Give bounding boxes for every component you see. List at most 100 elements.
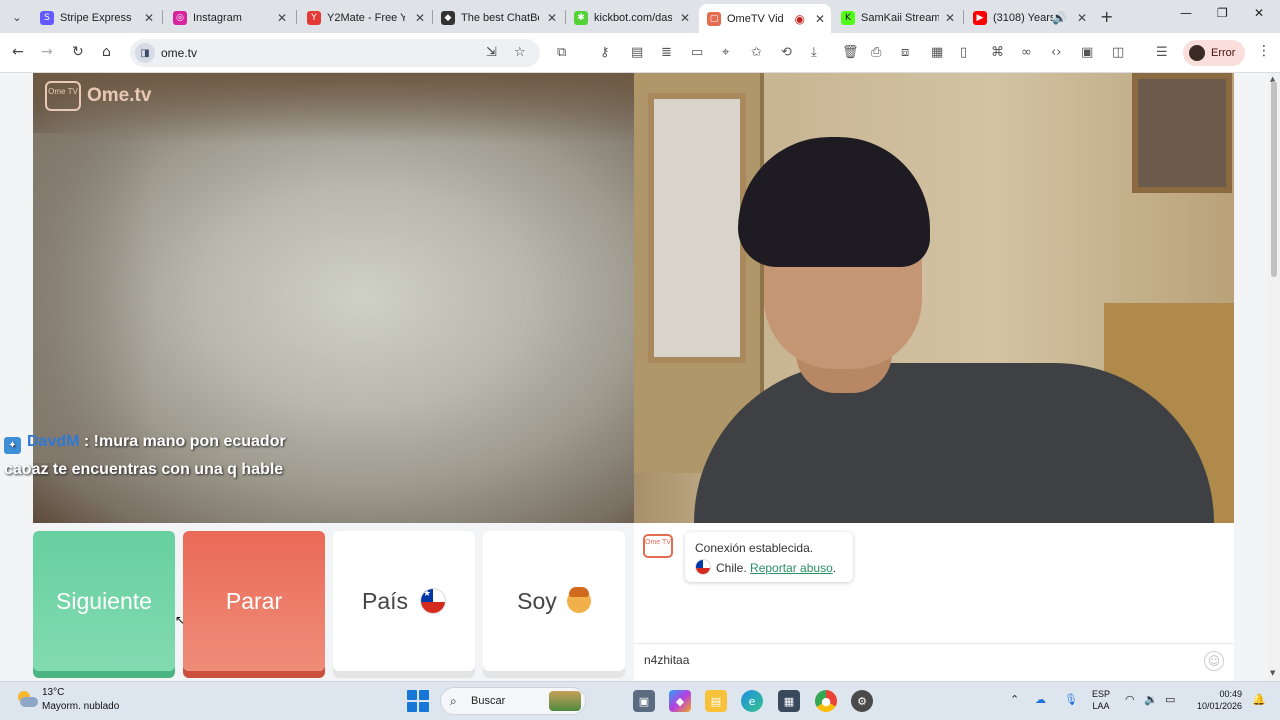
layers-icon[interactable]: ≣ [661,45,672,60]
reader-mode-icon[interactable]: ▯ [960,45,967,60]
back-arrow-icon[interactable]: ← [12,44,24,60]
profile-button[interactable]: Error [1183,40,1245,66]
link-icon[interactable]: ∞ [1021,45,1032,60]
report-abuse-link[interactable]: Reportar abuso [750,561,833,575]
tray-overflow-icon[interactable]: ⌃ [1010,693,1019,706]
file-explorer-icon[interactable]: ▤ [705,690,727,712]
language-indicator[interactable]: ESP LAA [1092,688,1110,712]
kickbot-icon: ✱ [574,10,588,25]
tab-chatbot[interactable]: ◆ The best ChatBo ✕ [433,4,563,31]
tab-y2mate[interactable]: Y Y2Mate - Free Y ✕ [299,4,431,31]
weather-description[interactable]: Mayorm. nublado [42,701,119,712]
location-pin-icon[interactable]: ⌖ [722,45,729,60]
qr-code-icon[interactable]: ▦ [931,45,943,60]
restore-icon[interactable]: ❐ [1217,6,1228,20]
tab-label: Instagram [193,11,242,24]
new-tab-button[interactable]: + [1100,7,1113,26]
minimize-icon[interactable]: — [1180,6,1192,20]
close-window-icon[interactable]: ✕ [1254,6,1264,20]
code-icon[interactable]: ‹› [1051,45,1061,60]
tab-layout-icon[interactable]: ▣ [1081,45,1093,60]
system-clock[interactable]: 00:49 10/01/2026 [1190,688,1242,712]
tab-ometv[interactable]: ▢ OmeTV Vide ◉ ✕ [699,4,831,33]
boy-emoji-icon [566,587,591,613]
download-icon[interactable]: ⤓ [811,45,817,60]
volume-icon[interactable]: 🔉 [1144,693,1158,706]
mouse-cursor-icon: ↖ [175,613,186,627]
tab-stripe[interactable]: S Stripe Express ✕ [32,4,160,31]
cast-icon[interactable]: ⌘ [991,45,1004,60]
more-menu-icon[interactable]: ⋮ [1257,43,1271,59]
install-app-icon[interactable]: ⇲ [486,45,497,60]
copilot-icon[interactable]: ◆ [669,690,691,712]
chrome-icon[interactable]: ● [815,690,837,712]
scroll-thumb[interactable] [1271,81,1277,277]
tab-instagram[interactable]: ◎ Instagram ✕ [165,4,293,31]
close-icon[interactable]: ✕ [277,11,287,25]
country-button[interactable]: País ★ [333,531,475,671]
weather-icon[interactable] [16,690,38,710]
tab-label: OmeTV Vide [727,12,783,25]
reload-icon[interactable]: ↻ [72,44,84,60]
site-info-icon[interactable]: ◨ [135,43,155,63]
ometv-chat-icon: Ome TV [643,534,673,558]
tab-kickbot[interactable]: ✱ kickbot.com/das ✕ [566,4,696,31]
trash-icon[interactable]: 🗑 [842,45,859,60]
close-icon[interactable]: ✕ [415,11,425,25]
clock-time: 00:49 [1219,689,1242,699]
tab-samkaii[interactable]: K SamKaii Stream ✕ [833,4,961,31]
battery-icon[interactable]: ▭ [1165,693,1175,706]
tab-search-button[interactable]: ⌄ [6,6,28,28]
audio-playing-icon[interactable]: 🔊 [1052,11,1067,25]
gender-button-label: Soy [517,587,557,614]
chat-input[interactable] [644,653,1184,667]
emoji-icon[interactable]: ☺ [1204,651,1224,671]
bookmark-star-icon[interactable]: ☆ [514,45,526,60]
page-scrollbar[interactable]: ▲ ▼ [1268,73,1280,681]
reading-list-icon[interactable]: ▤ [631,45,643,60]
close-icon[interactable]: ✕ [945,11,955,25]
close-icon[interactable]: ✕ [144,11,154,25]
microphone-icon[interactable]: 🎙 [1064,693,1078,706]
close-icon[interactable]: ✕ [547,11,557,25]
extensions-icon[interactable]: ⧉ [557,45,566,60]
scroll-down-icon[interactable]: ▼ [1270,669,1275,677]
history-icon[interactable]: ⟲ [781,45,792,60]
close-icon[interactable]: ✕ [815,12,825,26]
notifications-icon[interactable]: 🔔 [1252,693,1266,706]
taskbar-search[interactable]: ⌕ Buscar [440,687,586,715]
url-text[interactable]: ome.tv [161,46,197,60]
weather-temperature[interactable]: 13°C [42,687,64,698]
address-bar[interactable]: ◨ ome.tv ⇲ ☆ [130,39,540,67]
chat-panel: Ome TV Conexión establecida. Chile. Repo… [634,523,1234,681]
split-screen-icon[interactable]: ◫ [1112,45,1124,60]
tab-youtube[interactable]: ▶ (3108) Years 🔊 ✕ [965,4,1093,31]
avatar [1189,45,1205,61]
task-view-icon[interactable]: ▣ [633,690,655,712]
card-icon[interactable]: ▭ [691,45,703,60]
gender-button[interactable]: Soy [483,531,625,671]
media-controls-icon[interactable]: ☰ [1156,45,1168,60]
wifi-icon[interactable]: ◠ [1125,693,1135,706]
next-button[interactable]: Siguiente [33,531,175,671]
store-icon[interactable]: ▦ [778,690,800,712]
stop-button[interactable]: Parar [183,531,325,671]
favorites-icon[interactable]: ✩ [751,45,762,60]
close-icon[interactable]: ✕ [680,11,690,25]
password-key-icon[interactable]: ⚷ [600,45,610,60]
edge-icon[interactable]: e [741,690,763,712]
settings-gear-icon[interactable]: ⚙ [851,690,873,712]
translate-icon[interactable]: ⧈ [901,45,909,60]
start-button[interactable] [407,690,429,712]
tab-separator [963,10,964,24]
print-icon[interactable]: ⎙ [871,45,881,60]
instagram-icon: ◎ [173,10,187,25]
language-code: ESP [1092,689,1111,699]
home-icon[interactable]: ⌂ [102,44,111,60]
logo-text: Ome.tv [87,85,152,106]
forward-arrow-icon[interactable]: → [41,44,53,60]
onedrive-icon[interactable]: ☁ [1035,693,1046,706]
ometv-logo[interactable]: Ome TV Ome.tv [45,81,151,111]
close-icon[interactable]: ✕ [1077,11,1087,25]
chat-message: ✦ DavdM : !mura mano pon ecuador [4,428,344,456]
